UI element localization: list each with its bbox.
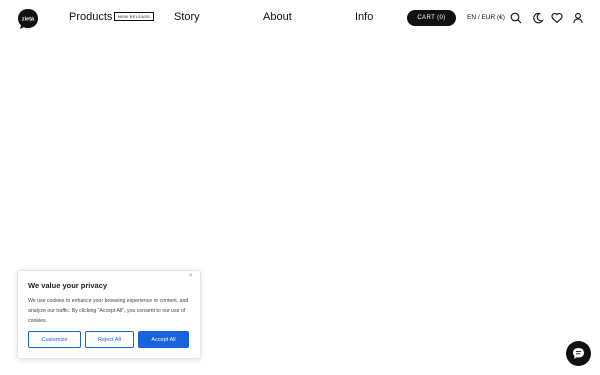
new-release-badge: NEW RELEASE bbox=[114, 12, 155, 21]
cookie-description: We use cookies to enhance your browsing … bbox=[28, 298, 189, 324]
nav-story[interactable]: Story bbox=[174, 11, 200, 23]
nav-info[interactable]: Info bbox=[355, 11, 373, 23]
accept-all-button[interactable]: Accept All bbox=[138, 331, 189, 348]
cookie-consent-banner: × We value your privacy We use cookies t… bbox=[17, 270, 201, 359]
cart-button[interactable]: CART (0) bbox=[407, 10, 456, 26]
svg-text:zieta: zieta bbox=[22, 17, 35, 23]
reject-all-button[interactable]: Reject All bbox=[85, 331, 134, 348]
nav-about[interactable]: About bbox=[263, 11, 292, 23]
site-header: zieta Products NEW RELEASE Story About I… bbox=[0, 0, 600, 36]
search-icon[interactable] bbox=[510, 12, 522, 24]
heart-icon[interactable] bbox=[551, 12, 563, 24]
customize-button[interactable]: Customize bbox=[28, 331, 81, 348]
cookie-title: We value your privacy bbox=[28, 281, 108, 290]
chat-button[interactable] bbox=[566, 341, 591, 366]
zieta-logo[interactable]: zieta bbox=[17, 8, 39, 30]
nav-products[interactable]: Products bbox=[69, 11, 112, 23]
user-icon[interactable] bbox=[572, 12, 584, 24]
locale-selector[interactable]: EN / EUR (€) bbox=[467, 14, 505, 21]
chat-icon bbox=[573, 348, 584, 359]
close-icon[interactable]: × bbox=[189, 273, 193, 279]
moon-icon[interactable] bbox=[532, 12, 544, 24]
